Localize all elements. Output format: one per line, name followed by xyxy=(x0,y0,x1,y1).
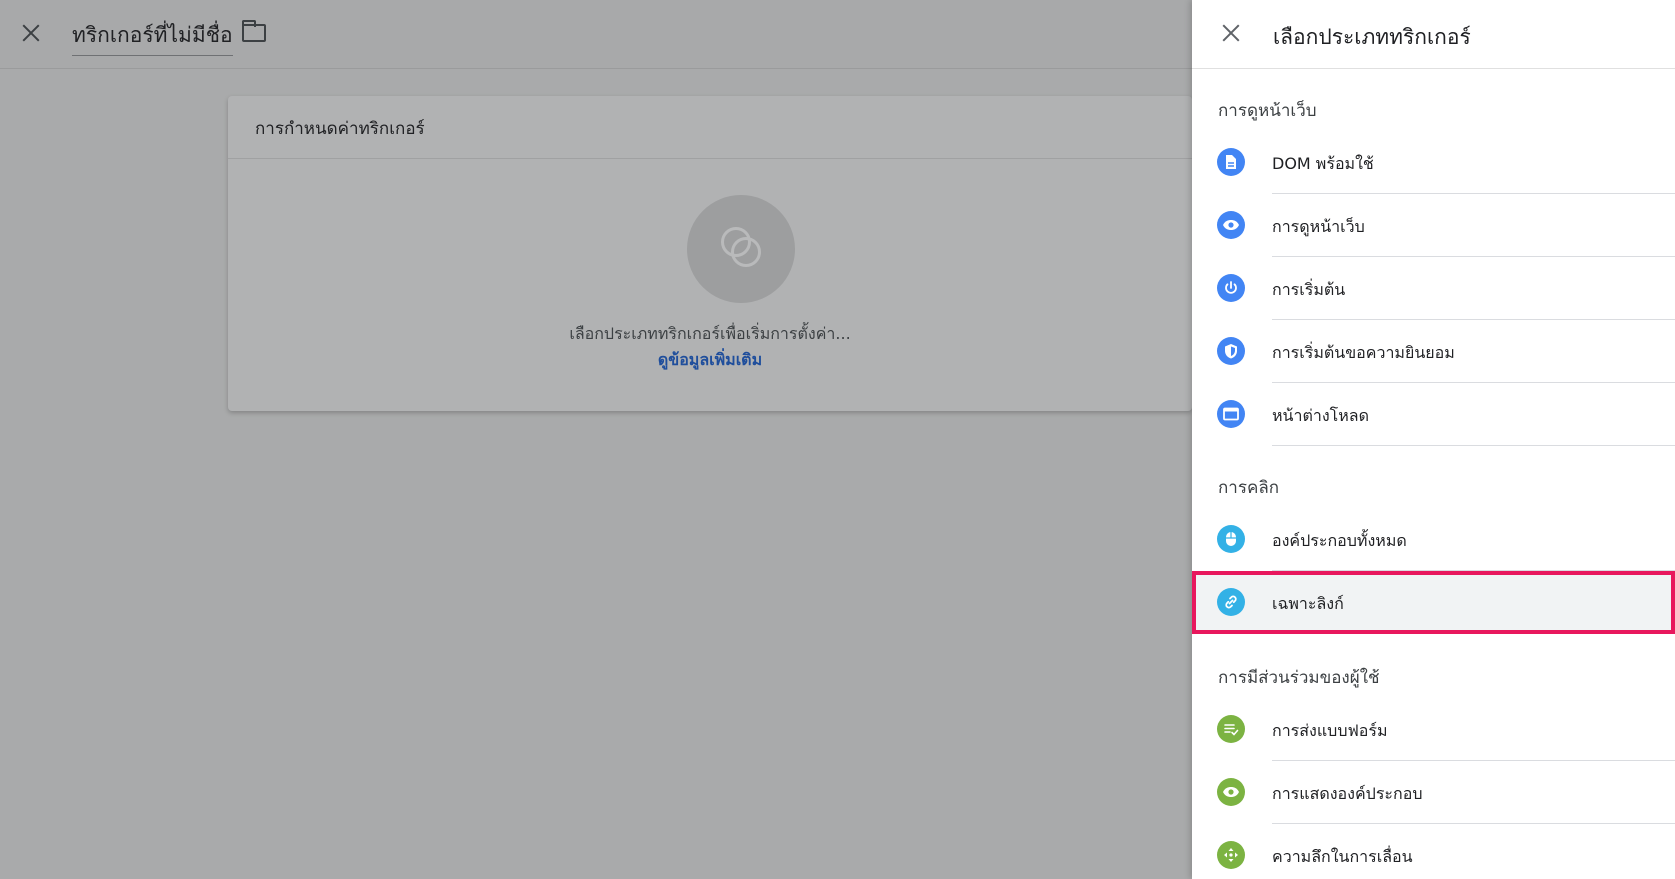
shield-icon xyxy=(1217,337,1245,365)
trigger-type-label: เฉพาะลิงก์ xyxy=(1272,594,1344,613)
document-icon xyxy=(1217,148,1245,176)
power-icon xyxy=(1217,274,1245,302)
close-panel-icon[interactable] xyxy=(1220,22,1242,44)
trigger-configuration-card[interactable]: การกำหนดค่าทริกเกอร์ เลือกประเภททริกเกอร… xyxy=(228,96,1192,411)
trigger-name-field[interactable]: ทริกเกอร์ที่ไม่มีชื่อ xyxy=(72,19,233,56)
eye-icon xyxy=(1217,211,1245,239)
config-card-title: การกำหนดค่าทริกเกอร์ xyxy=(228,96,1192,159)
trigger-type-label: การส่งแบบฟอร์ม xyxy=(1272,721,1388,740)
trigger-type-label: DOM พร้อมใช้ xyxy=(1272,154,1374,173)
mouse-icon xyxy=(1217,525,1245,553)
trigger-type-consent-initialization[interactable]: การเริ่มต้นขอความยินยอม xyxy=(1192,320,1675,383)
trigger-type-initialization[interactable]: การเริ่มต้น xyxy=(1192,257,1675,320)
choose-trigger-type-panel: เลือกประเภททริกเกอร์ การดูหน้าเว็บ DOM พ… xyxy=(1192,0,1675,879)
form-check-icon xyxy=(1217,715,1245,743)
trigger-type-label: ความลึกในการเลื่อน xyxy=(1272,847,1413,866)
trigger-type-dom-ready[interactable]: DOM พร้อมใช้ xyxy=(1192,131,1675,194)
trigger-type-window-loaded[interactable]: หน้าต่างโหลด xyxy=(1192,383,1675,446)
panel-header: เลือกประเภททริกเกอร์ xyxy=(1192,0,1675,69)
panel-title: เลือกประเภททริกเกอร์ xyxy=(1273,25,1471,49)
trigger-type-label: การเริ่มต้น xyxy=(1272,280,1346,299)
trigger-type-page-view[interactable]: การดูหน้าเว็บ xyxy=(1192,194,1675,257)
choose-trigger-message: เลือกประเภททริกเกอร์เพื่อเริ่มการตั้งค่า… xyxy=(569,324,851,343)
window-icon xyxy=(1217,400,1245,428)
trigger-editor-toolbar: ทริกเกอร์ที่ไม่มีชื่อ xyxy=(0,0,1192,69)
section-title-user-engagement: การมีส่วนร่วมของผู้ใช้ xyxy=(1218,668,1380,688)
link-icon xyxy=(1217,588,1245,616)
section-title-click: การคลิก xyxy=(1218,478,1280,498)
scroll-arrows-icon xyxy=(1217,841,1245,869)
trigger-type-element-visibility[interactable]: การแสดงองค์ประกอบ xyxy=(1192,761,1675,824)
trigger-type-just-links[interactable]: เฉพาะลิงก์ xyxy=(1192,571,1675,634)
trigger-type-label: การดูหน้าเว็บ xyxy=(1272,217,1365,236)
trigger-type-label: องค์ประกอบทั้งหมด xyxy=(1272,531,1407,550)
trigger-type-scroll-depth[interactable]: ความลึกในการเลื่อน xyxy=(1192,824,1675,879)
learn-more-link[interactable]: ดูข้อมูลเพิ่มเติม xyxy=(228,348,1192,373)
folder-icon[interactable] xyxy=(242,20,266,42)
trigger-type-label: การเริ่มต้นขอความยินยอม xyxy=(1272,343,1455,362)
section-title-pageview: การดูหน้าเว็บ xyxy=(1218,101,1317,121)
trigger-type-all-elements[interactable]: องค์ประกอบทั้งหมด xyxy=(1192,508,1675,571)
close-editor-icon[interactable] xyxy=(20,22,42,44)
trigger-type-label: การแสดงองค์ประกอบ xyxy=(1272,784,1423,803)
trigger-placeholder-icon xyxy=(687,195,795,303)
eye-icon xyxy=(1217,778,1245,806)
trigger-type-form-submission[interactable]: การส่งแบบฟอร์ม xyxy=(1192,698,1675,761)
trigger-type-label: หน้าต่างโหลด xyxy=(1272,406,1369,425)
